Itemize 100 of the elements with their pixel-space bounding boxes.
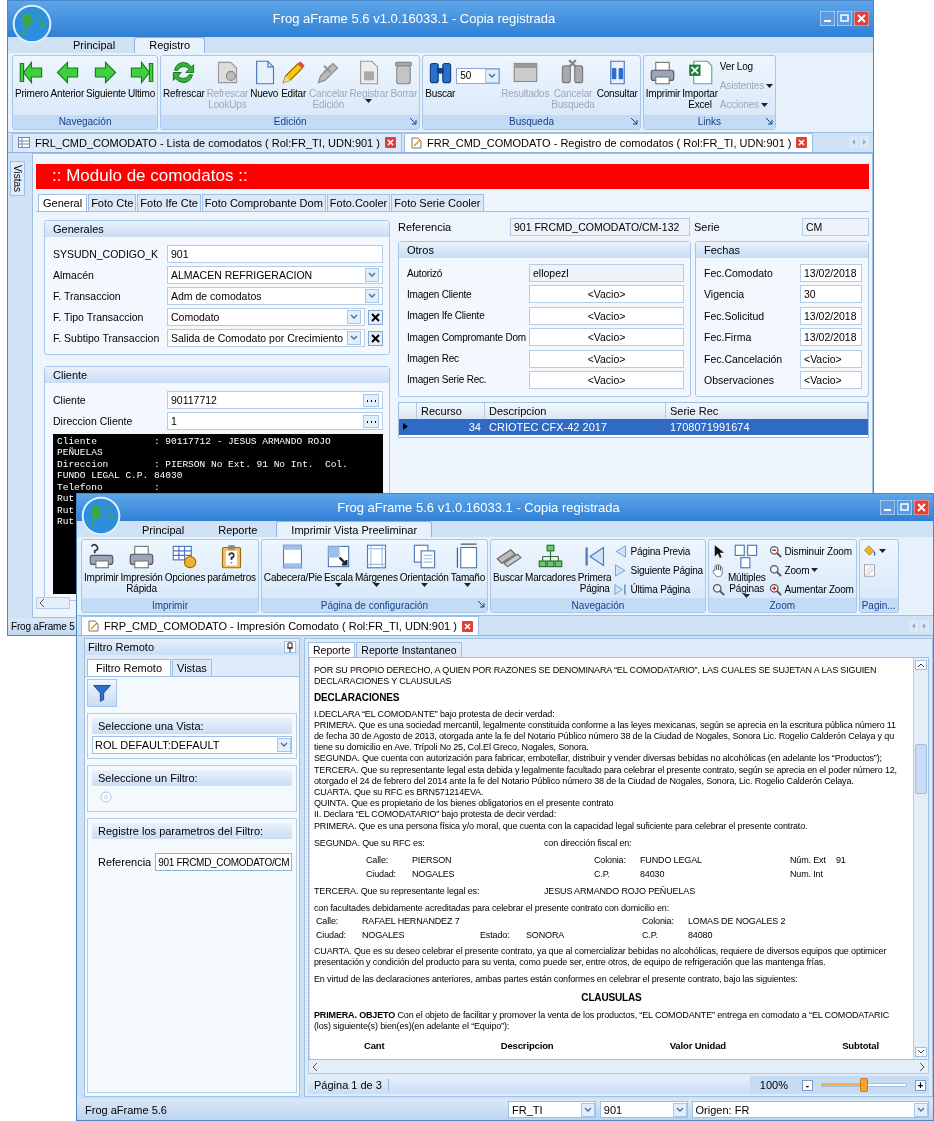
input-field[interactable]: 901 FRCMD_COMODATO/CM [155,853,293,871]
vertical-scrollbar[interactable] [913,658,928,1059]
input-field[interactable]: 30 [800,285,862,304]
toolbar-button[interactable]: Múltiples Páginas [726,542,767,601]
terminal-line: PEÑUELAS [57,447,103,459]
input-field[interactable]: <Vacio> [800,371,862,389]
ribbon-tab[interactable]: Reporte [203,521,273,537]
toolbar-button[interactable]: Imprimir [644,57,682,100]
column-header[interactable]: Serie Rec [666,402,868,419]
tab[interactable]: Foto.Cooler [326,193,391,211]
zoom-in-button[interactable]: + [915,1079,926,1091]
tab[interactable]: Foto Cte [88,193,137,211]
input-field[interactable]: 901 [167,245,383,264]
input-field[interactable]: 13/02/2018 [800,264,862,283]
input-field[interactable]: <Vacio> [529,285,684,304]
toolbar-button[interactable]: Imprimir [83,542,120,584]
tab[interactable]: Filtro Remoto [87,659,172,676]
tab[interactable]: Foto Ife Cte [137,193,201,211]
input-field[interactable]: 901 FRCMD_COMODATO/CM-132 [510,218,690,237]
dropdown-field[interactable]: Salida de Comodato por Crecimiento [167,329,365,348]
input-field[interactable]: <Vacio> [529,328,684,347]
toolbar-button[interactable]: Impresión Rápida [119,542,164,595]
toolbar-button[interactable]: Zoom [766,562,855,578]
toolbar-button[interactable]: Disminuir Zoom [766,543,855,559]
toolbar-button[interactable]: Aumentar Zoom [766,581,855,597]
horizontal-scrollbar[interactable] [308,1060,929,1074]
input-field[interactable]: <Vacio> [529,371,684,389]
column-header[interactable]: Descripcion [485,402,666,419]
caret-icon [420,583,428,587]
caret-icon [464,583,472,587]
column-header[interactable]: Recurso [417,402,485,419]
window-title: Frog aFrame 5.6 v1.0.16033.1 - Copia registrada [271,11,557,27]
slider-thumb[interactable] [860,1078,868,1092]
input-field[interactable]: <Vacio> [800,349,862,368]
input-field[interactable]: <Vacio> [529,306,684,325]
toolbar-button[interactable]: Ver Log [718,58,774,75]
side-tab[interactable]: Vistas [10,160,25,196]
input-field[interactable]: 90117712 [167,391,383,410]
input-field[interactable]: 13/02/2018 [800,328,862,347]
toolbar-button[interactable]: Refrescar [162,57,206,100]
tab[interactable]: General [38,193,88,211]
group-title: Fechas [704,243,741,256]
paint-bucket-icon [861,543,877,559]
tab[interactable]: Vistas [172,659,212,676]
scroll-thumb[interactable] [915,743,927,794]
toolbar-button[interactable]: Última Página [612,581,704,597]
toolbar-button[interactable]: Primera Página [576,542,613,595]
input-field[interactable]: 1 [167,412,383,431]
ribbon-tab[interactable]: Principal [127,521,200,537]
dropdown-field[interactable]: 50 [456,67,501,84]
toolbar-button[interactable]: Página Previa [612,543,704,559]
dropdown-field[interactable]: Comodato [167,308,365,327]
toolbar-button[interactable]: Buscar [492,542,525,584]
toolbar-button[interactable]: Importar Excel [681,57,719,111]
input-field[interactable]: CM [802,218,869,237]
input-field[interactable]: <Vacio> [529,349,684,368]
toolbar-button[interactable]: Opciones [163,542,207,584]
tab[interactable]: Foto Comprobante Dom [201,193,326,211]
dropdown-field[interactable]: Origen: FR [691,1101,929,1118]
arrow-right-icon [92,58,120,86]
toolbar-button[interactable]: Escala [323,542,354,590]
toolbar-button[interactable]: Ultimo [126,57,157,100]
toolbar-button[interactable]: Márgenes [353,542,399,590]
toolbar-button[interactable]: Siguiente [85,57,127,100]
toolbar-button[interactable]: Consultar [595,57,639,100]
zoom-out-icon [767,543,783,559]
dropdown-field[interactable]: ROL DEFAULT:DEFAULT [92,736,292,754]
horizontal-scrollbar[interactable] [36,597,70,610]
toolbar-button[interactable]: Marcadores [524,542,577,584]
ribbon-tab[interactable]: Imprimir Vista Preeliminar [276,521,433,537]
dropdown-field[interactable]: ALMACEN REFRIGERACION [167,266,383,285]
zoom-out-button[interactable]: - [802,1079,813,1091]
status-text: Frog aFrame 5.6 [85,1103,168,1116]
tab[interactable]: Reporte Instantaneo [356,642,462,657]
ribbon-tab[interactable]: Principal [58,36,131,53]
dropdown-field[interactable]: Adm de comodatos [167,287,383,306]
filter-button[interactable] [87,679,117,707]
input-field[interactable]: ellopezl [529,264,684,283]
toolbar-button[interactable]: parámetros [206,542,257,584]
toolbar-button[interactable]: Primero [14,57,50,100]
toolbar-button[interactable]: Orientación [398,542,450,590]
radio-button[interactable] [100,791,112,803]
input-field[interactable]: 13/02/2018 [800,306,862,325]
dropdown-field[interactable]: FR_TI [507,1101,596,1118]
toolbar-button[interactable]: Tamaño [449,542,487,590]
globe-icon [12,4,52,44]
toolbar-button[interactable]: Buscar [424,57,457,100]
toolbar-button[interactable]: Editar [279,57,309,100]
dropdown-field[interactable]: 901 [599,1101,688,1118]
printer-icon [87,543,115,570]
toolbar-button[interactable]: Anterior [49,57,86,100]
toolbar-button[interactable]: Cabecera/Pie [262,542,324,584]
document-tab[interactable]: FRP_CMD_COMODATO - Impresión Comodato ( Rol:FR_TI, UDN:901 ) [81,616,479,635]
column-header: Valor Unidad [669,1040,726,1052]
toolbar-button[interactable]: Nuevo [249,57,280,100]
column-header: Cant [364,1040,385,1052]
tab[interactable]: Foto Serie Cooler [391,193,484,211]
toolbar-button[interactable]: Siguiente Página [612,562,704,578]
field-label: F. Transaccion [53,290,122,303]
tab[interactable]: Reporte [308,642,356,657]
